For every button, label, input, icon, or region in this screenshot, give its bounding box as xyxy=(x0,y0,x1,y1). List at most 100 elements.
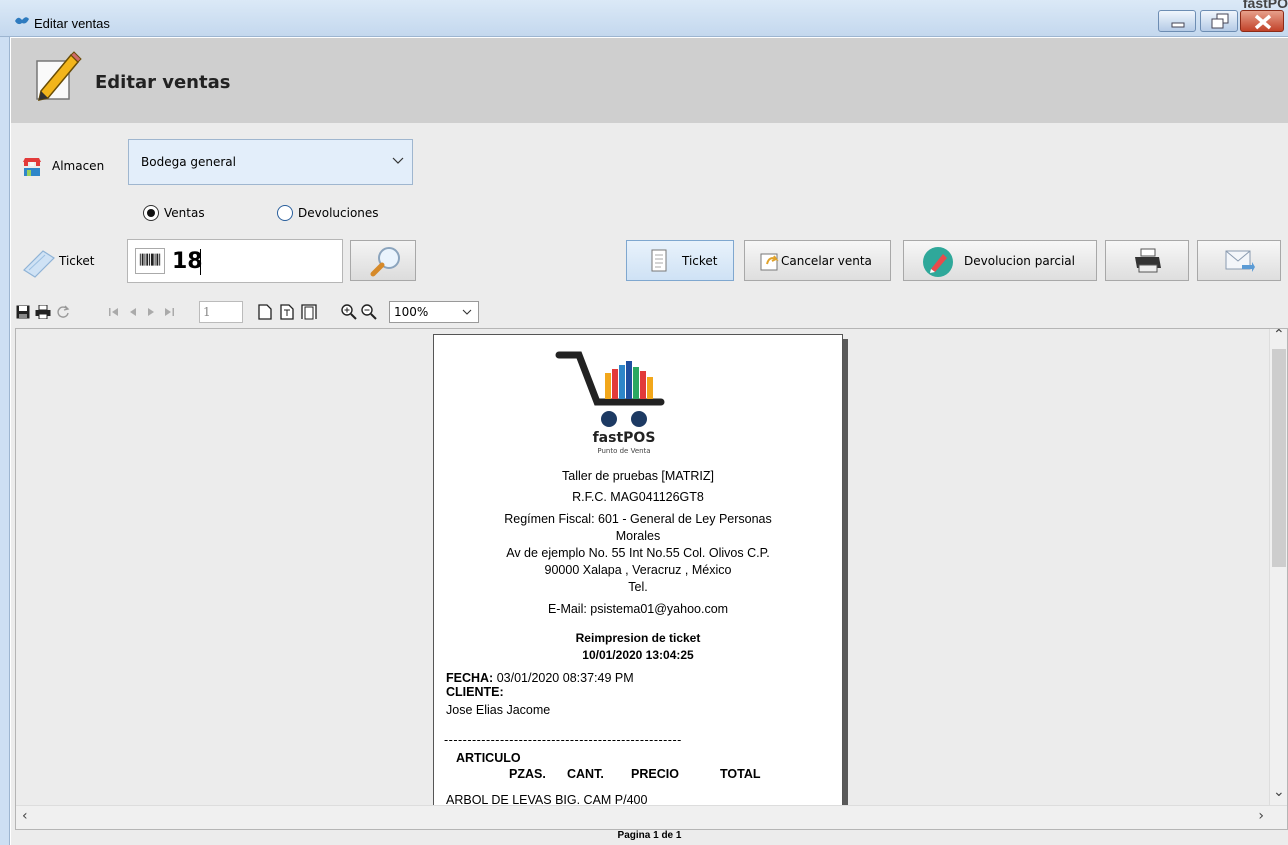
printer-small-icon xyxy=(35,305,51,319)
minimize-icon xyxy=(1171,22,1185,28)
last-page-button[interactable] xyxy=(162,303,176,321)
receipt-email: E-Mail: psistema01@yahoo.com xyxy=(547,602,729,616)
logo-brand-text: fastPOS xyxy=(593,430,656,446)
close-icon xyxy=(1254,14,1272,30)
logo-brand-subtext: Punto de Venta xyxy=(597,447,650,455)
receipt-separator: ----------------------------------------… xyxy=(444,733,682,747)
fit-width-button[interactable] xyxy=(301,303,317,321)
zoom-in-button[interactable] xyxy=(341,303,357,321)
window-title: Editar ventas xyxy=(34,16,110,31)
radio-ventas[interactable]: Ventas xyxy=(143,203,205,223)
receipt-fecha-label: FECHA: xyxy=(446,671,494,685)
scroll-left-icon[interactable]: ‹ xyxy=(22,808,28,824)
save-disk-icon xyxy=(16,305,30,319)
receipt-regimen-line1: Regímen Fiscal: 601 - General de Ley Per… xyxy=(504,512,772,526)
previous-page-icon xyxy=(130,308,136,316)
report-toolbar: 1 100% xyxy=(11,297,1288,327)
page-title: Editar ventas xyxy=(95,72,231,93)
ticket-button-label: Ticket xyxy=(682,254,718,268)
return-pencil-icon xyxy=(923,247,953,277)
devolucion-parcial-label: Devolucion parcial xyxy=(964,254,1075,268)
receipt-cliente-label: CLIENTE: xyxy=(446,685,504,699)
radio-devoluciones[interactable]: Devoluciones xyxy=(277,203,379,223)
email-button[interactable] xyxy=(1197,240,1281,281)
page-info-text: Pagina 1 de 1 xyxy=(617,830,682,841)
receipt-fecha-row: FECHA: 03/01/2020 08:37:49 PM xyxy=(446,671,634,685)
next-page-button[interactable] xyxy=(145,303,157,321)
first-page-icon xyxy=(109,308,118,316)
zoom-select[interactable]: 100% xyxy=(389,301,479,323)
receipt-address-line2: 90000 Xalapa , Veracruz , México xyxy=(544,563,732,577)
receipt-tel: Tel. xyxy=(628,580,648,594)
ticket-number-value: 18 xyxy=(172,249,203,274)
status-bar: Pagina 1 de 1 xyxy=(11,830,1288,845)
cancelar-venta-button[interactable]: Cancelar venta xyxy=(744,240,891,281)
receipt-col-precio: PRECIO xyxy=(631,767,679,781)
radio-ventas-dot[interactable] xyxy=(143,205,159,221)
envelope-send-icon xyxy=(1225,250,1255,272)
receipt-reprint-title: Reimpresion de ticket xyxy=(575,631,701,645)
radio-devoluciones-dot[interactable] xyxy=(277,205,293,221)
print-report-button[interactable] xyxy=(34,303,52,321)
refresh-report-button[interactable] xyxy=(55,303,71,321)
ticket-icon xyxy=(23,250,55,278)
minimize-button[interactable] xyxy=(1158,10,1196,32)
printer-icon xyxy=(1135,248,1161,273)
ticket-button[interactable]: Ticket xyxy=(626,240,734,281)
almacen-select[interactable]: Bodega general xyxy=(128,139,413,185)
main-content: Almacen Bodega general Ventas Devolucion… xyxy=(11,123,1288,845)
edit-pencil-icon xyxy=(36,51,82,101)
restore-button[interactable] xyxy=(1200,10,1238,32)
receipt-rfc: R.F.C. MAG041126GT8 xyxy=(572,490,704,504)
report-viewer[interactable]: fastPOS Punto de Venta Taller de pruebas… xyxy=(15,328,1288,830)
text-caret xyxy=(200,249,201,275)
scroll-right-icon[interactable]: › xyxy=(1258,808,1264,824)
scroll-up-icon[interactable]: ⌃ xyxy=(1273,329,1285,343)
almacen-label: Almacen xyxy=(52,159,105,173)
cancelar-venta-label: Cancelar venta xyxy=(781,254,872,268)
horizontal-scrollbar[interactable]: ‹ › xyxy=(16,805,1287,829)
ticket-number-input[interactable]: 18 xyxy=(127,239,343,283)
vertical-scrollbar[interactable]: ⌃ ⌄ xyxy=(1269,329,1287,806)
page-width-icon xyxy=(301,304,317,320)
zoom-out-button[interactable] xyxy=(361,303,377,321)
page-fit-icon xyxy=(280,304,294,320)
previous-page-button[interactable] xyxy=(127,303,139,321)
receipt-address-line1: Av de ejemplo No. 55 Int No.55 Col. Oliv… xyxy=(506,546,770,560)
print-button[interactable] xyxy=(1105,240,1189,281)
page-actual-size-icon xyxy=(258,304,272,320)
chevron-down-icon xyxy=(392,157,404,164)
receipt-page: fastPOS Punto de Venta Taller de pruebas… xyxy=(433,334,843,829)
page-number-input[interactable]: 1 xyxy=(199,301,243,323)
almacen-selected-value: Bodega general xyxy=(141,155,236,169)
receipt-regimen-line2: Morales xyxy=(615,529,661,543)
zoom-in-icon xyxy=(341,304,357,320)
zoom-value: 100% xyxy=(394,305,429,319)
last-page-icon xyxy=(165,308,174,316)
devolucion-parcial-button[interactable]: Devolucion parcial xyxy=(903,240,1097,281)
barcode-icon xyxy=(135,248,165,274)
receipt-col-total: TOTAL xyxy=(720,767,761,781)
search-ticket-button[interactable] xyxy=(350,240,416,281)
fit-page-button[interactable] xyxy=(279,303,295,321)
actual-size-button[interactable] xyxy=(257,303,273,321)
chevron-down-icon xyxy=(462,309,472,315)
close-button[interactable] xyxy=(1240,10,1284,32)
save-report-button[interactable] xyxy=(15,303,31,321)
app-bird-icon xyxy=(15,17,29,25)
zoom-out-icon xyxy=(361,304,377,320)
first-page-button[interactable] xyxy=(107,303,121,321)
ticket-label: Ticket xyxy=(59,254,95,268)
cancel-sale-icon xyxy=(760,253,779,271)
fastpos-cart-logo-icon: fastPOS Punto de Venta xyxy=(555,351,665,455)
receipt-fecha-value: 03/01/2020 08:37:49 PM xyxy=(496,671,634,685)
vertical-scroll-thumb[interactable] xyxy=(1272,349,1286,567)
next-page-icon xyxy=(148,308,154,316)
scroll-down-icon[interactable]: ⌄ xyxy=(1273,784,1285,800)
magnifier-search-icon xyxy=(370,247,400,277)
window-titlebar: Editar ventas fastPO xyxy=(0,0,1288,37)
restore-icon xyxy=(1211,13,1229,29)
page-header: Editar ventas xyxy=(11,38,1288,123)
receipt-cliente-name: Jose Elias Jacome xyxy=(446,703,551,717)
receipt-col-articulo: ARTICULO xyxy=(456,751,521,765)
